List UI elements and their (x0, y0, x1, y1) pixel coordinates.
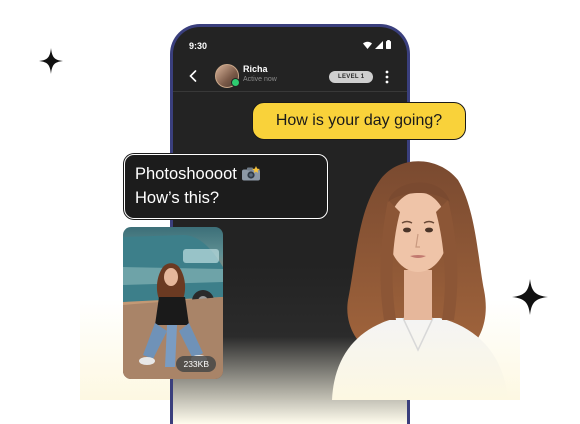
wifi-icon (363, 41, 372, 49)
contact-name: Richa (243, 64, 268, 74)
back-arrow-icon[interactable] (189, 69, 197, 87)
kebab-menu-icon[interactable] (385, 70, 389, 89)
woman-portrait-image (332, 161, 508, 400)
online-indicator (231, 78, 240, 87)
status-bar: 9:30 (173, 27, 407, 57)
status-time: 9:30 (189, 41, 208, 51)
chat-header: Richa Active now LEVEL 1 (173, 61, 407, 93)
message-line: Photoshoooot (135, 163, 317, 187)
outgoing-message-bubble: Photoshoooot How’s this? (124, 154, 328, 219)
contact-status: Active now (243, 76, 277, 83)
message-line: How’s this? (135, 189, 220, 207)
status-icons (363, 40, 391, 49)
camera-flash-icon (241, 165, 261, 187)
sparkle-icon (39, 48, 63, 74)
battery-icon (386, 40, 391, 49)
header-divider (173, 91, 407, 92)
incoming-message-bubble: How is your day going? (252, 102, 466, 140)
level-badge[interactable]: LEVEL 1 (329, 71, 374, 83)
signal-icon (375, 40, 383, 49)
file-size-badge: 233KB (176, 356, 216, 372)
photo-message-card[interactable]: 233KB (123, 227, 223, 379)
message-text: Photoshoooot (135, 165, 237, 183)
